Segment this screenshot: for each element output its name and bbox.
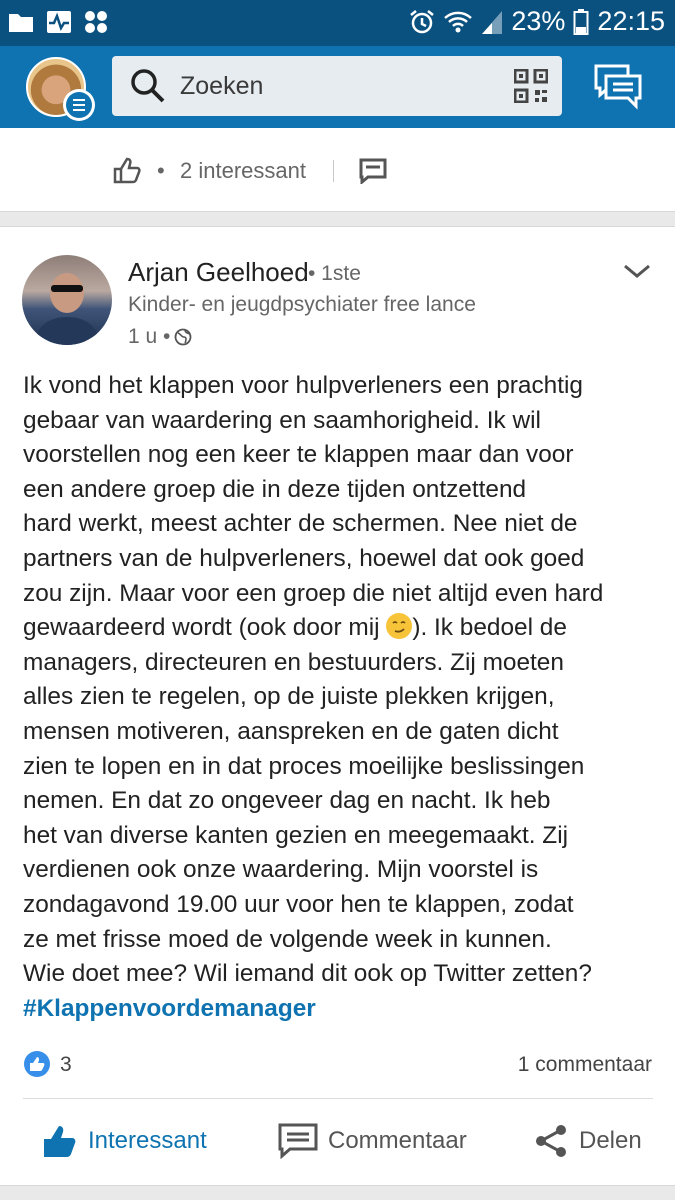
search-icon: [131, 69, 165, 103]
hashtag-link[interactable]: #Klappenvoordemanager: [23, 995, 316, 1022]
menu-badge[interactable]: [63, 89, 95, 121]
comment-count[interactable]: 1 commentaar: [518, 1053, 652, 1077]
share-icon: [536, 1125, 566, 1157]
wifi-icon: [444, 11, 473, 32]
qr-code-icon[interactable]: [514, 69, 548, 103]
comment-icon: [278, 1123, 318, 1159]
battery-icon: [573, 8, 589, 35]
comment-label: Commentaar: [328, 1127, 467, 1154]
comment-button[interactable]: Commentaar: [278, 1123, 467, 1159]
folder-icon: [9, 14, 33, 32]
post-body: Ik vond het klappen voor hulpverleners e…: [23, 369, 653, 1026]
post-card: Arjan Geelhoed • 1ste Kinder- en jeugdps…: [0, 226, 675, 1186]
public-globe-icon: [174, 328, 192, 346]
connection-degree: • 1ste: [308, 262, 361, 285]
post-body-text-2: ). Ik bedoel de managers, directeuren en…: [23, 614, 592, 988]
messaging-icon[interactable]: [594, 64, 642, 110]
divider: [333, 160, 334, 182]
author-photo: [34, 273, 100, 345]
like-label: Interessant: [88, 1127, 207, 1154]
thumbs-up-icon: [44, 1126, 76, 1157]
post-time: 1 u •: [128, 325, 192, 349]
search-input[interactable]: [180, 66, 480, 106]
search-bar[interactable]: [112, 56, 562, 116]
clock: 22:15: [597, 6, 665, 36]
post-age: 1 u •: [128, 325, 171, 348]
status-bar: 23% 22:15: [0, 0, 675, 46]
divider: [23, 1098, 653, 1099]
signal-icon: [482, 10, 503, 34]
smirk-emoji-icon: [386, 613, 413, 640]
author-avatar[interactable]: [22, 255, 112, 345]
like-outline-icon[interactable]: [113, 156, 141, 184]
reaction-count[interactable]: 3: [60, 1053, 72, 1077]
previous-post-card: • 2 interessant: [0, 128, 675, 212]
notification-icons: [8, 10, 108, 34]
alarm-icon: [410, 9, 435, 33]
share-label: Delen: [579, 1127, 642, 1154]
author-headline: Kinder- en jeugdpsychiater free lance: [128, 293, 476, 316]
comment-icon[interactable]: [359, 158, 387, 184]
like-button[interactable]: Interessant: [42, 1123, 207, 1159]
system-status: 23% 22:15: [409, 6, 665, 37]
share-button[interactable]: Delen: [533, 1123, 642, 1159]
interesting-count[interactable]: 2 interessant: [180, 158, 306, 184]
separator-dot: •: [157, 158, 165, 183]
author-name[interactable]: Arjan Geelhoed: [128, 257, 309, 288]
activity-icon: [47, 11, 71, 33]
post-body-text-1: Ik vond het klappen voor hulpverleners e…: [23, 372, 604, 642]
chevron-down-icon[interactable]: [623, 263, 651, 279]
menu-icon: [66, 92, 92, 118]
like-reaction-icon: [24, 1051, 50, 1077]
battery-percent: 23%: [511, 6, 566, 36]
apps-icon: [85, 11, 107, 33]
